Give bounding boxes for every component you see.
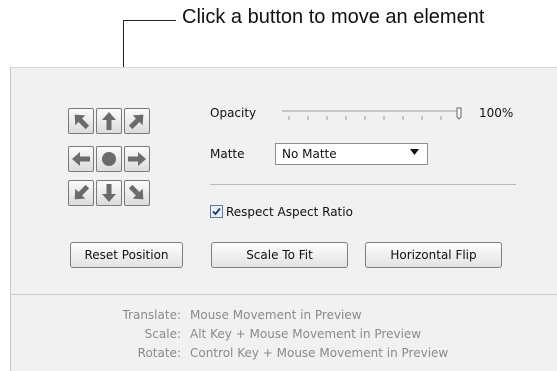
nudge-left-button[interactable] [68,146,94,172]
nudge-down-left-button[interactable] [68,180,94,206]
matte-selected-value: No Matte [282,147,337,161]
callout-text: Click a button to move an element [182,6,485,28]
chevron-down-icon [410,149,419,155]
nudge-up-right-button[interactable] [124,108,150,134]
transform-panel: Opacity 100% Matte No Matte Respect Aspe… [10,67,557,371]
nudge-down-button[interactable] [96,180,122,206]
help-rotate-key: Rotate: [137,346,181,360]
help-rotate-value: Control Key + Mouse Movement in Preview [190,346,449,360]
section-divider [210,184,516,185]
horizontal-flip-button[interactable]: Horizontal Flip [365,242,502,268]
matte-label: Matte [210,147,245,161]
opacity-slider[interactable] [281,106,467,126]
arrow-down-icon [102,184,116,202]
opacity-slider-thumb [456,107,462,120]
opacity-label: Opacity [210,106,257,120]
scale-to-fit-button[interactable]: Scale To Fit [211,242,348,268]
matte-select[interactable]: No Matte [275,143,428,165]
arrow-up-icon [102,112,116,130]
help-divider [11,294,557,295]
callout-leader-line [123,20,176,21]
help-scale-value: Alt Key + Mouse Movement in Preview [190,327,422,341]
help-translate-key: Translate: [122,308,181,322]
arrow-up-right-icon [128,114,144,130]
arrow-down-left-icon [74,184,90,200]
arrow-right-icon [128,152,146,166]
respect-aspect-checkbox[interactable] [210,205,223,218]
nudge-down-right-button[interactable] [124,180,150,206]
nudge-up-button[interactable] [96,108,122,134]
reset-position-button[interactable]: Reset Position [70,242,183,268]
arrow-up-left-icon [74,114,90,130]
opacity-value: 100% [479,106,514,120]
arrow-left-icon [72,152,90,166]
nudge-right-button[interactable] [124,146,150,172]
center-dot-icon [102,152,116,166]
help-scale-key: Scale: [144,327,181,341]
nudge-center-button[interactable] [96,146,122,172]
checkmark-icon [212,207,221,216]
respect-aspect-label: Respect Aspect Ratio [226,205,353,219]
arrow-down-right-icon [128,184,144,200]
help-translate-value: Mouse Movement in Preview [190,308,362,322]
nudge-up-left-button[interactable] [68,108,94,134]
